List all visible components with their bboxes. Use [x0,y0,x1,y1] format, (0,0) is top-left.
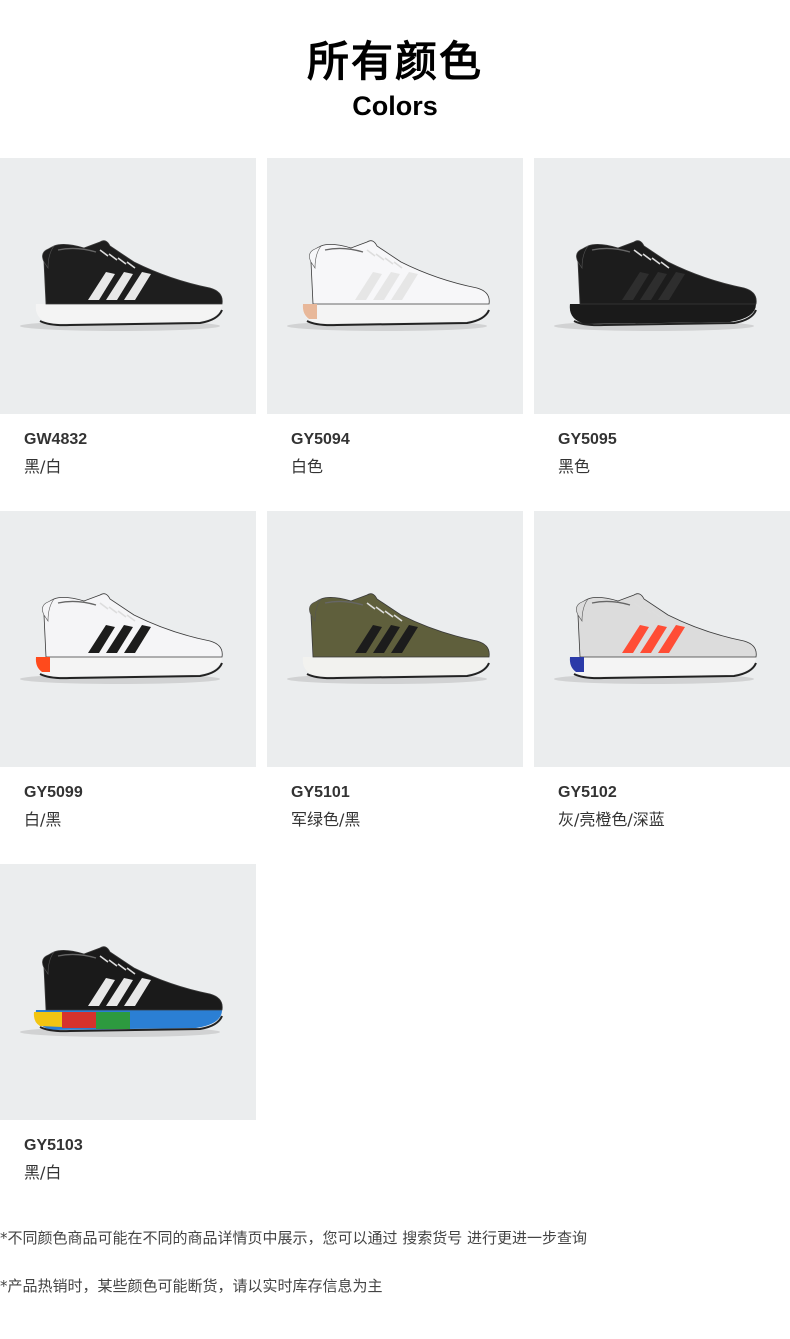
product-color-name: 白色 [291,457,324,476]
color-card[interactable]: GY5102 灰/亮橙色/深蓝 [534,511,790,841]
grey-orange-navy-shoe-icon [554,593,757,684]
product-image[interactable] [267,511,523,767]
product-code: GY5103 [24,1137,83,1154]
page-title: 所有颜色 [306,37,483,86]
product-image[interactable] [0,511,256,767]
product-code: GY5095 [558,431,617,448]
product-code: GY5099 [24,784,83,801]
product-code: GY5094 [291,431,350,448]
black-white-shoe-icon [20,240,223,331]
product-image[interactable] [0,158,256,414]
color-card[interactable]: GY5095 黑色 [534,158,790,488]
black-shoe-icon [554,240,757,331]
color-card[interactable]: GW4832 黑/白 [0,158,256,488]
page-subtitle: Colors [352,91,438,121]
white-shoe-icon [287,240,490,331]
product-color-name: 灰/亮橙色/深蓝 [558,810,665,829]
product-color-name: 军绿色/黑 [291,810,361,829]
product-color-name: 黑/白 [24,457,62,476]
footnote-variant-pages: *不同颜色商品可能在不同的商品详情页中展示，您可以通过 搜索货号 进行更进一步查… [0,1229,588,1247]
white-black-shoe-icon [20,593,223,684]
color-card[interactable]: GY5103 黑/白 [0,864,256,1194]
footnote-stock: *产品热销时，某些颜色可能断货，请以实时库存信息为主 [0,1277,383,1295]
olive-black-shoe-icon [287,593,490,684]
color-card[interactable]: GY5099 白/黑 [0,511,256,841]
product-image[interactable] [267,158,523,414]
product-code: GW4832 [24,431,88,448]
product-image[interactable] [534,158,790,414]
color-card[interactable]: GY5094 白色 [267,158,523,488]
product-code: GY5102 [558,784,617,801]
footnotes: *不同颜色商品可能在不同的商品详情页中展示，您可以通过 搜索货号 进行更进一步查… [0,1226,790,1298]
product-color-name: 黑色 [558,457,591,476]
black-white-multicolor-shoe-icon [20,946,223,1037]
product-image[interactable] [0,864,256,1120]
product-code: GY5101 [291,784,350,801]
page-header: 所有颜色 Colors [0,34,790,122]
product-color-name: 黑/白 [24,1163,62,1182]
product-color-name: 白/黑 [24,810,62,829]
product-image[interactable] [534,511,790,767]
color-card[interactable]: GY5101 军绿色/黑 [267,511,523,841]
